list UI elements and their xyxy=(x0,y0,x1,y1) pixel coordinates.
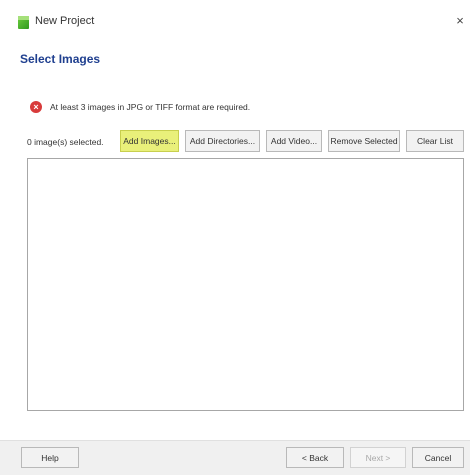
app-logo-icon xyxy=(18,16,29,29)
next-button[interactable]: Next > xyxy=(350,447,406,468)
add-directories-button[interactable]: Add Directories... xyxy=(185,130,260,152)
error-message-text: At least 3 images in JPG or TIFF format … xyxy=(50,102,251,112)
add-video-button[interactable]: Add Video... xyxy=(266,130,322,152)
image-list[interactable] xyxy=(27,158,464,411)
image-toolbar: 0 image(s) selected. Add Images... Add D… xyxy=(27,130,467,154)
remove-selected-button[interactable]: Remove Selected xyxy=(328,130,400,152)
cancel-button[interactable]: Cancel xyxy=(412,447,464,468)
add-images-button[interactable]: Add Images... xyxy=(120,130,179,152)
window-title: New Project xyxy=(35,15,95,27)
error-icon: × xyxy=(30,101,42,113)
back-button[interactable]: < Back xyxy=(286,447,344,468)
error-message-row: × At least 3 images in JPG or TIFF forma… xyxy=(30,99,250,115)
clear-list-button[interactable]: Clear List xyxy=(406,130,464,152)
page-title: Select Images xyxy=(20,52,101,66)
close-button[interactable]: × xyxy=(452,12,468,30)
dialog-footer: Help < Back Next > Cancel xyxy=(0,440,470,475)
selected-count-label: 0 image(s) selected. xyxy=(27,137,104,147)
title-bar: New Project × xyxy=(0,0,470,40)
help-button[interactable]: Help xyxy=(21,447,79,468)
